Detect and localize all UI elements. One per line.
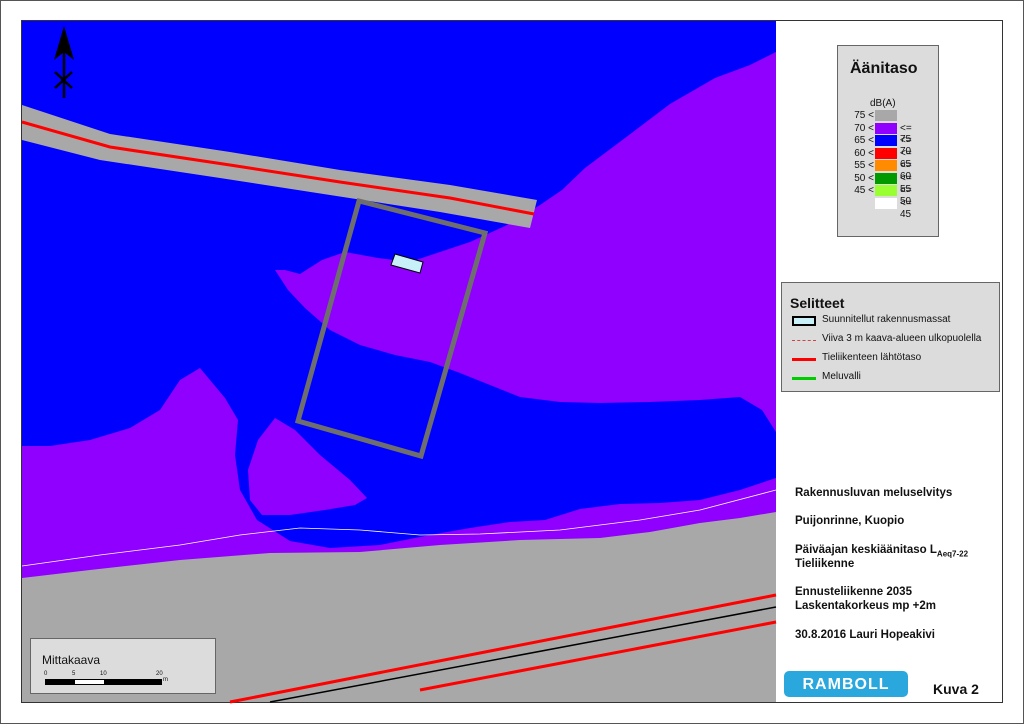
building-box-icon [792, 316, 816, 326]
noise-class-swatch [875, 185, 897, 196]
noise-class-lower: 45 < [854, 185, 874, 196]
noise-class-lower: 70 < [854, 122, 874, 134]
noise-class-swatch [875, 122, 897, 134]
noise-class-swatch [875, 160, 897, 171]
key-legend-title: Selitteet [790, 295, 845, 311]
noise-class-lower: 50 < [854, 172, 874, 184]
map-area[interactable] [21, 21, 777, 704]
key-item-label: Tieliikenteen lähtötaso [822, 352, 922, 363]
scale-title: Mittakaava [42, 653, 101, 667]
calc-height-text: Laskentakorkeus mp +2m [795, 600, 936, 612]
metric-subscript: Aeq7-22 [936, 549, 969, 559]
metric-prefix: Päiväajan keskiäänitaso L [795, 544, 937, 556]
key-item-label: Meluvalli [822, 371, 861, 382]
key-item-label: Viiva 3 m kaava-alueen ulkopuolella [822, 333, 982, 344]
red-line-icon [792, 358, 816, 361]
noise-class-upper: <= 45 [900, 197, 912, 220]
green-line-icon [792, 377, 816, 380]
noise-class-lower: 65 < [854, 135, 874, 146]
scale-tick-label: 0 [44, 671, 48, 677]
noise-class-swatch [875, 110, 897, 121]
ramboll-logo: RAMBOLL [784, 671, 908, 697]
noise-legend-title: Äänitaso [850, 60, 918, 77]
report-title: Rakennusluvan meluselvitys [795, 487, 953, 499]
noise-class-swatch [875, 147, 897, 159]
dashed-line-icon [792, 340, 816, 341]
noise-class-swatch [875, 172, 897, 184]
noise-level-legend: Äänitaso dB(A) 75 <70 < <= 75 65 < <= 70 60 … [837, 45, 939, 237]
scale-bar: Mittakaava 0 5 10 20 m [30, 638, 216, 694]
forecast-text: Ennusteliikenne 2035 [795, 586, 912, 598]
scale-unit: m [163, 677, 168, 683]
noise-source-text: Tieliikenne [795, 558, 855, 570]
scale-tick-label: 10 [100, 671, 107, 677]
scale-bar-graphic [45, 679, 162, 685]
noise-class-lower: 75 < [854, 110, 874, 121]
location-text: Puijonrinne, Kuopio [795, 515, 905, 527]
noise-legend-unit: dB(A) [870, 98, 896, 109]
noise-class-lower: 60 < [854, 147, 874, 159]
map-key-legend: Selitteet Suunnitellut rakennusmassat Vi… [781, 282, 1000, 392]
scale-tick-label: 20 [156, 671, 163, 677]
key-item-label: Suunnitellut rakennusmassat [822, 314, 951, 325]
noise-class-swatch [875, 197, 897, 209]
noise-class-swatch [875, 135, 897, 146]
figure-label: Kuva 2 [933, 681, 979, 697]
date-author-text: 30.8.2016 Lauri Hopeakivi [795, 629, 935, 641]
scale-tick-label: 5 [72, 671, 76, 677]
noise-class-lower: 55 < [854, 160, 874, 171]
